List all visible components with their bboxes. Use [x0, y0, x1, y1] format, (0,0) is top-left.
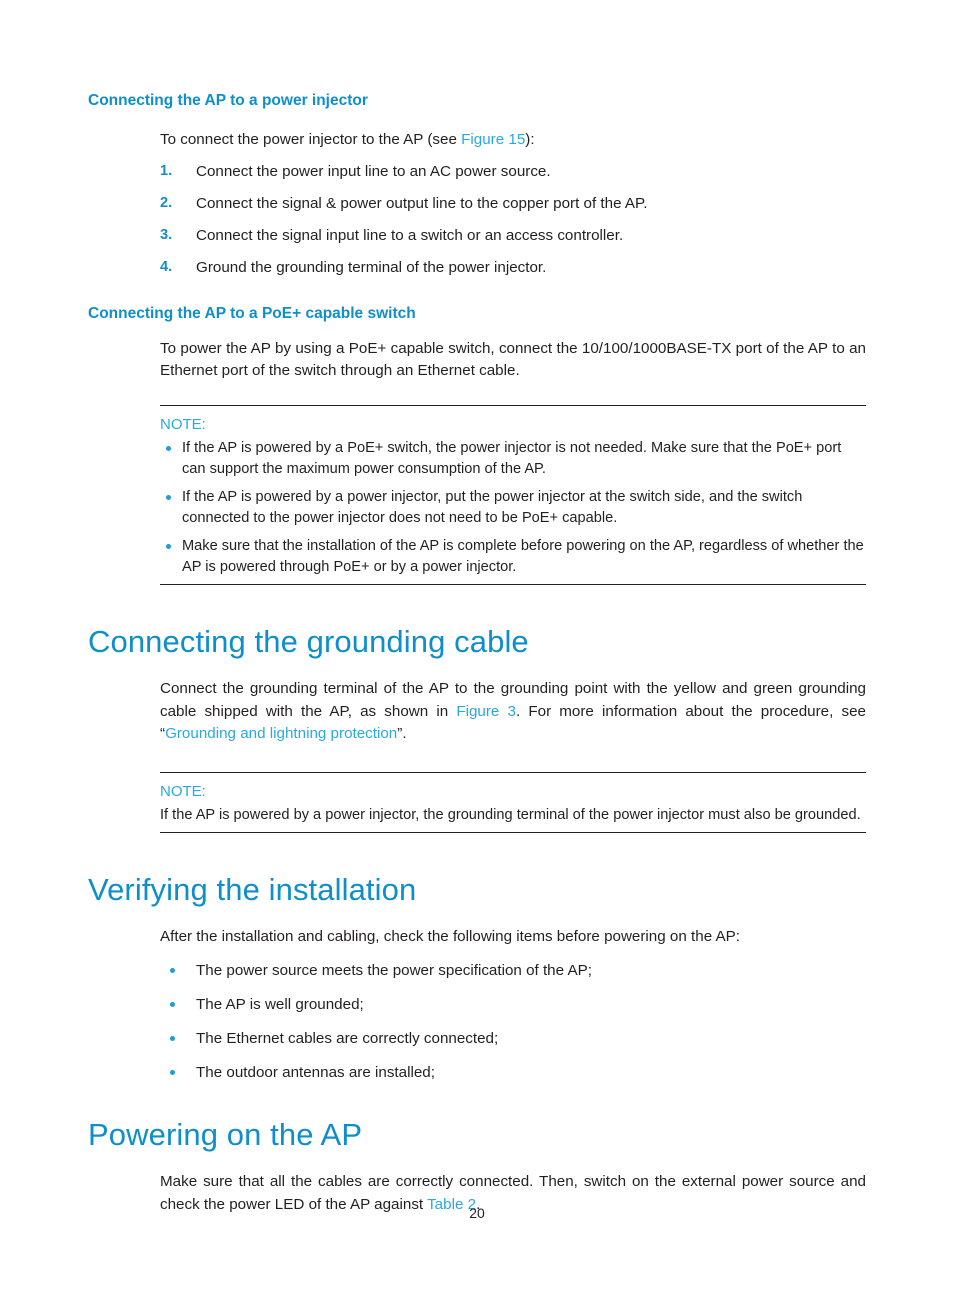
power-injector-intro-text: To connect the power injector to the AP …	[160, 130, 462, 148]
poe-switch-body: To power the AP by using a PoE+ capable …	[160, 338, 866, 383]
step-text: Connect the signal & power output line t…	[196, 195, 648, 213]
bullet-dot-icon	[170, 1036, 175, 1042]
bullet-dot-icon	[166, 494, 171, 500]
list-item: If the AP is powered by a PoE+ switch, t…	[160, 438, 866, 480]
step-number: 1.	[160, 163, 173, 180]
poe-switch-paragraph: To power the AP by using a PoE+ capable …	[160, 339, 866, 380]
step-text: Ground the grounding terminal of the pow…	[196, 259, 547, 277]
grounding-lightning-protection-link[interactable]: Grounding and lightning protection	[165, 725, 397, 742]
list-item: 4. Ground the grounding terminal of the …	[160, 257, 866, 279]
figure-15-link[interactable]: Figure 15	[461, 131, 525, 148]
step-number: 3.	[160, 227, 173, 244]
list-item: 2. Connect the signal & power output lin…	[160, 193, 866, 215]
step-number: 2.	[160, 195, 173, 212]
heading-connecting-ap-power-injector: Connecting the AP to a power injector	[88, 92, 368, 109]
power-injector-body: To connect the power injector to the AP …	[160, 129, 866, 280]
note-box-grounding: NOTE: If the AP is powered by a power in…	[160, 771, 866, 834]
note-label: NOTE:	[160, 782, 206, 800]
grounding-cable-body: Connect the grounding terminal of the AP…	[160, 678, 866, 746]
note-text: If the AP is powered by a power injector…	[160, 807, 861, 824]
bullet-text: The power source meets the power specifi…	[196, 962, 592, 980]
verifying-bullet-list: The power source meets the power specifi…	[160, 960, 866, 1084]
list-item: The power source meets the power specifi…	[160, 960, 866, 982]
heading-powering-on-ap: Powering on the AP	[88, 1117, 363, 1153]
power-injector-intro: To connect the power injector to the AP …	[160, 129, 866, 152]
figure-3-link[interactable]: Figure 3	[456, 703, 516, 720]
document-page: Connecting the AP to a power injector To…	[0, 0, 954, 1296]
list-item: The AP is well grounded;	[160, 994, 866, 1016]
note-label: NOTE:	[160, 415, 206, 433]
power-injector-intro-suffix: ):	[525, 130, 535, 148]
note-bullet-text: If the AP is powered by a PoE+ switch, t…	[182, 440, 842, 478]
note-box-poe-switch: NOTE: If the AP is powered by a PoE+ swi…	[160, 404, 866, 586]
verifying-intro: After the installation and cabling, chec…	[160, 927, 741, 945]
bullet-text: The AP is well grounded;	[196, 996, 364, 1014]
bullet-text: The outdoor antennas are installed;	[196, 1064, 435, 1082]
note-bullet-list: If the AP is powered by a PoE+ switch, t…	[160, 438, 866, 578]
step-text: Connect the signal input line to a switc…	[196, 227, 624, 245]
heading-connecting-ap-poe-switch: Connecting the AP to a PoE+ capable swit…	[88, 305, 416, 323]
heading-verifying-installation: Verifying the installation	[88, 872, 417, 908]
bullet-text: The Ethernet cables are correctly connec…	[196, 1030, 499, 1048]
page-number: 20	[469, 1205, 485, 1221]
note-bullet-text: If the AP is powered by a power injector…	[182, 489, 803, 527]
list-item: If the AP is powered by a power injector…	[160, 487, 866, 529]
step-text: Connect the power input line to an AC po…	[196, 163, 551, 181]
grounding-paragraph-part3: ”.	[397, 725, 407, 743]
bullet-dot-icon	[166, 445, 171, 451]
power-injector-steps: 1. Connect the power input line to an AC…	[160, 161, 866, 279]
note-bullet-text: Make sure that the installation of the A…	[182, 538, 864, 576]
list-item: Make sure that the installation of the A…	[160, 536, 866, 578]
bullet-dot-icon	[166, 543, 171, 549]
list-item: The outdoor antennas are installed;	[160, 1062, 866, 1084]
step-number: 4.	[160, 259, 173, 276]
bullet-dot-icon	[170, 1002, 175, 1008]
verifying-body: After the installation and cabling, chec…	[160, 926, 866, 1085]
grounding-cable-paragraph: Connect the grounding terminal of the AP…	[160, 678, 866, 746]
bullet-dot-icon	[170, 968, 175, 974]
list-item: 3. Connect the signal input line to a sw…	[160, 225, 866, 247]
heading-connecting-grounding-cable: Connecting the grounding cable	[88, 624, 529, 660]
page-content: Connecting the AP to a power injector To…	[88, 92, 866, 1216]
list-item: The Ethernet cables are correctly connec…	[160, 1028, 866, 1050]
list-item: 1. Connect the power input line to an AC…	[160, 161, 866, 183]
bullet-dot-icon	[170, 1070, 175, 1076]
